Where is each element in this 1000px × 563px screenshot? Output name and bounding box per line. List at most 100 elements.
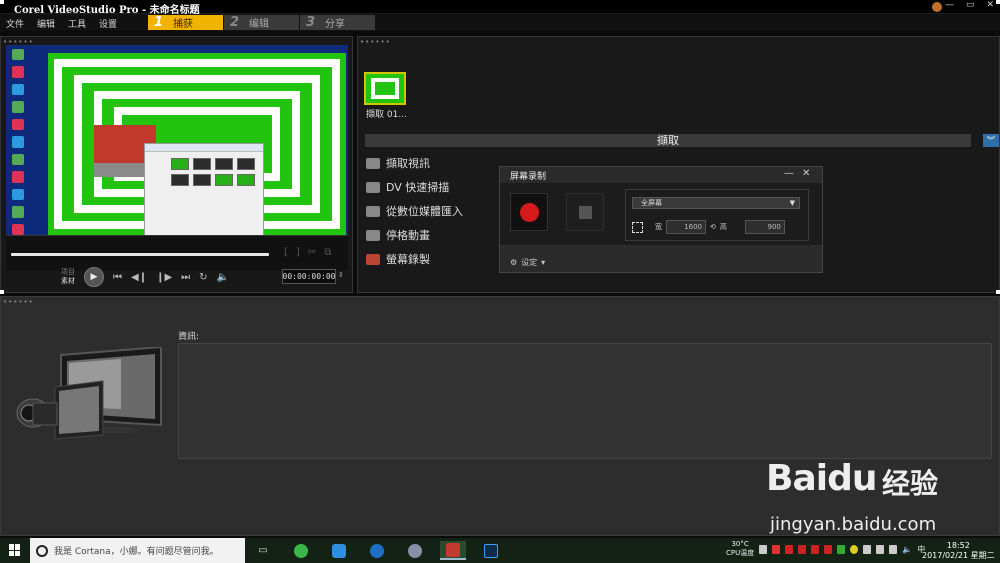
app-icon <box>932 2 942 12</box>
tray-yellow-icon[interactable] <box>850 544 859 554</box>
link-icon[interactable]: ⟲ <box>710 223 716 231</box>
watermark-cn: 经验 <box>882 467 939 500</box>
system-tray: 30°C CPU温度 🔈 中 <box>726 540 925 558</box>
cut-icon[interactable]: ✂ <box>308 247 316 258</box>
height-input[interactable]: 900 <box>744 220 785 234</box>
repeat-icon[interactable]: ↻ <box>199 272 207 283</box>
tray-red-icon-4[interactable] <box>824 544 833 554</box>
mode-project[interactable]: 项目 <box>61 268 75 277</box>
resize-handle[interactable] <box>0 290 4 294</box>
capture-video-option[interactable]: 擷取視訊 <box>366 156 463 170</box>
width-input[interactable]: 1600 <box>666 220 706 234</box>
resize-handle[interactable] <box>996 290 1000 294</box>
stop-button[interactable] <box>566 193 604 231</box>
preview-screen <box>6 45 348 271</box>
dimensions-row: 宽 1600 ⟲ 高 900 <box>632 220 785 234</box>
menu-file[interactable]: 文件 <box>6 17 24 30</box>
step-capture-tab[interactable]: 1 捕获 <box>148 15 224 30</box>
settings-dropdown[interactable]: ⚙ 设定 ▾ <box>510 257 545 268</box>
menu-edit[interactable]: 编辑 <box>37 17 55 30</box>
taskbar-app-videostudio[interactable] <box>440 541 466 560</box>
taskbar-app-blue[interactable] <box>326 541 352 560</box>
windows-taskbar: 我是 Cortana，小娜。有问题尽管问我。 ▭ 30°C CPU温度 🔈 中 … <box>0 538 1000 563</box>
step-share-tab[interactable]: 3 分享 <box>300 15 376 30</box>
tray-shield-icon[interactable] <box>837 544 846 554</box>
info-label: 資訊: <box>178 332 200 342</box>
capture-area-settings: 全屏幕 ▼ 宽 1600 ⟲ 高 900 <box>625 189 809 241</box>
close-button[interactable]: ✕ <box>986 0 994 10</box>
tray-flag-icon[interactable] <box>772 544 781 554</box>
maximize-button[interactable]: ▭ <box>966 0 975 10</box>
capture-devices-illustration <box>16 347 162 440</box>
step-label: 编辑 <box>249 19 270 30</box>
record-button[interactable] <box>510 193 548 231</box>
taskbar-app-green[interactable] <box>288 541 314 560</box>
step-edit-tab[interactable]: 2 编辑 <box>224 15 300 30</box>
next-frame-icon[interactable]: ❙▶ <box>156 272 172 283</box>
screen-recorder-dialog: 屏幕录制 — ✕ 全屏幕 ▼ 宽 1600 ⟲ 高 900 ⚙ 设定 ▾ <box>499 166 823 273</box>
screen-record-icon <box>366 253 380 265</box>
timecode-stepper[interactable]: ⇕ <box>338 271 344 279</box>
clock-time: 18:52 <box>946 541 970 550</box>
mini-taskbar <box>6 235 348 243</box>
menu-settings[interactable]: 设置 <box>99 17 117 30</box>
mark-out-button[interactable]: ] <box>296 247 300 258</box>
step-label: 分享 <box>325 19 346 30</box>
screen-record-option[interactable]: 螢幕錄製 <box>366 252 463 266</box>
watermark-brand: Baidu <box>766 458 877 499</box>
import-digital-media-option[interactable]: 從數位媒體匯入 <box>366 204 463 218</box>
dv-quick-scan-option[interactable]: DV 快速掃描 <box>366 180 463 194</box>
menu-tools[interactable]: 工具 <box>68 17 86 30</box>
volume-icon[interactable]: 🔈 <box>217 272 229 283</box>
desktop-thumbnail <box>6 45 348 238</box>
cortana-search-box[interactable]: 我是 Cortana，小娜。有问题尽管问我。 <box>30 538 245 563</box>
capture-area-select[interactable]: 全屏幕 ▼ <box>632 197 800 209</box>
mode-clip[interactable]: 素材 <box>61 277 75 286</box>
resize-handle[interactable] <box>996 0 1000 4</box>
taskbar-app-camera[interactable] <box>402 541 428 560</box>
baidu-watermark: Baidu 经验 jingyan.baidu.com <box>766 458 966 538</box>
select-region-icon[interactable] <box>632 221 643 233</box>
tray-user-icon[interactable] <box>759 544 768 554</box>
timecode-display[interactable]: 00:00:00:00 <box>282 269 336 284</box>
import-disc-icon <box>366 205 380 217</box>
dialog-close-button[interactable]: ✕ <box>802 168 810 179</box>
tray-red-icon-1[interactable] <box>785 544 794 554</box>
stop-motion-option[interactable]: 停格動畫 <box>366 228 463 242</box>
scrub-bar[interactable] <box>11 253 269 256</box>
windows-start-icon[interactable] <box>9 544 21 556</box>
watermark-url: jingyan.baidu.com <box>770 514 937 535</box>
minimize-button[interactable]: — <box>945 0 954 10</box>
panel-grip[interactable]: •••••• <box>360 38 391 46</box>
mark-in-button[interactable]: [ <box>284 247 288 258</box>
volume-tray-icon[interactable]: 🔈 <box>902 545 912 554</box>
play-button[interactable]: ▶ <box>84 267 104 287</box>
photoshop-icon <box>484 543 498 558</box>
tray-battery-icon[interactable] <box>889 544 898 554</box>
tray-expand-icon[interactable] <box>863 544 872 554</box>
record-icon <box>519 202 539 222</box>
cpu-temp-label: CPU温度 <box>726 549 755 557</box>
desktop-icons <box>8 49 44 235</box>
tray-network-icon[interactable] <box>876 544 885 554</box>
task-view-button[interactable]: ▭ <box>250 541 276 560</box>
taskbar-clock[interactable]: 18:52 2017/02/21 星期二 <box>922 541 995 561</box>
zoom-icon[interactable]: ⧉ <box>324 247 331 258</box>
tray-red-icon-3[interactable] <box>811 544 820 554</box>
resize-handle[interactable] <box>0 0 4 4</box>
home-icon[interactable]: ⏮ <box>113 272 122 283</box>
mode-toggle[interactable]: 项目 素材 <box>61 268 75 286</box>
taskbar-app-photoshop[interactable] <box>478 541 504 560</box>
videostudio-icon <box>446 542 460 557</box>
dialog-minimize-button[interactable]: — <box>784 168 794 179</box>
panel-grip[interactable]: •••••• <box>3 298 34 306</box>
taskbar-app-k[interactable] <box>364 541 390 560</box>
collapse-panel-button[interactable]: ︾ <box>983 134 999 147</box>
tray-red-icon-2[interactable] <box>798 544 807 554</box>
previous-frame-icon[interactable]: ◀❙ <box>131 272 147 283</box>
settings-label: 设定 <box>521 258 538 267</box>
library-clip-thumbnail[interactable] <box>364 72 406 105</box>
end-icon[interactable]: ⏭ <box>181 272 190 283</box>
clock-date: 2017/02/21 星期二 <box>922 551 995 560</box>
cortana-icon <box>36 544 48 557</box>
